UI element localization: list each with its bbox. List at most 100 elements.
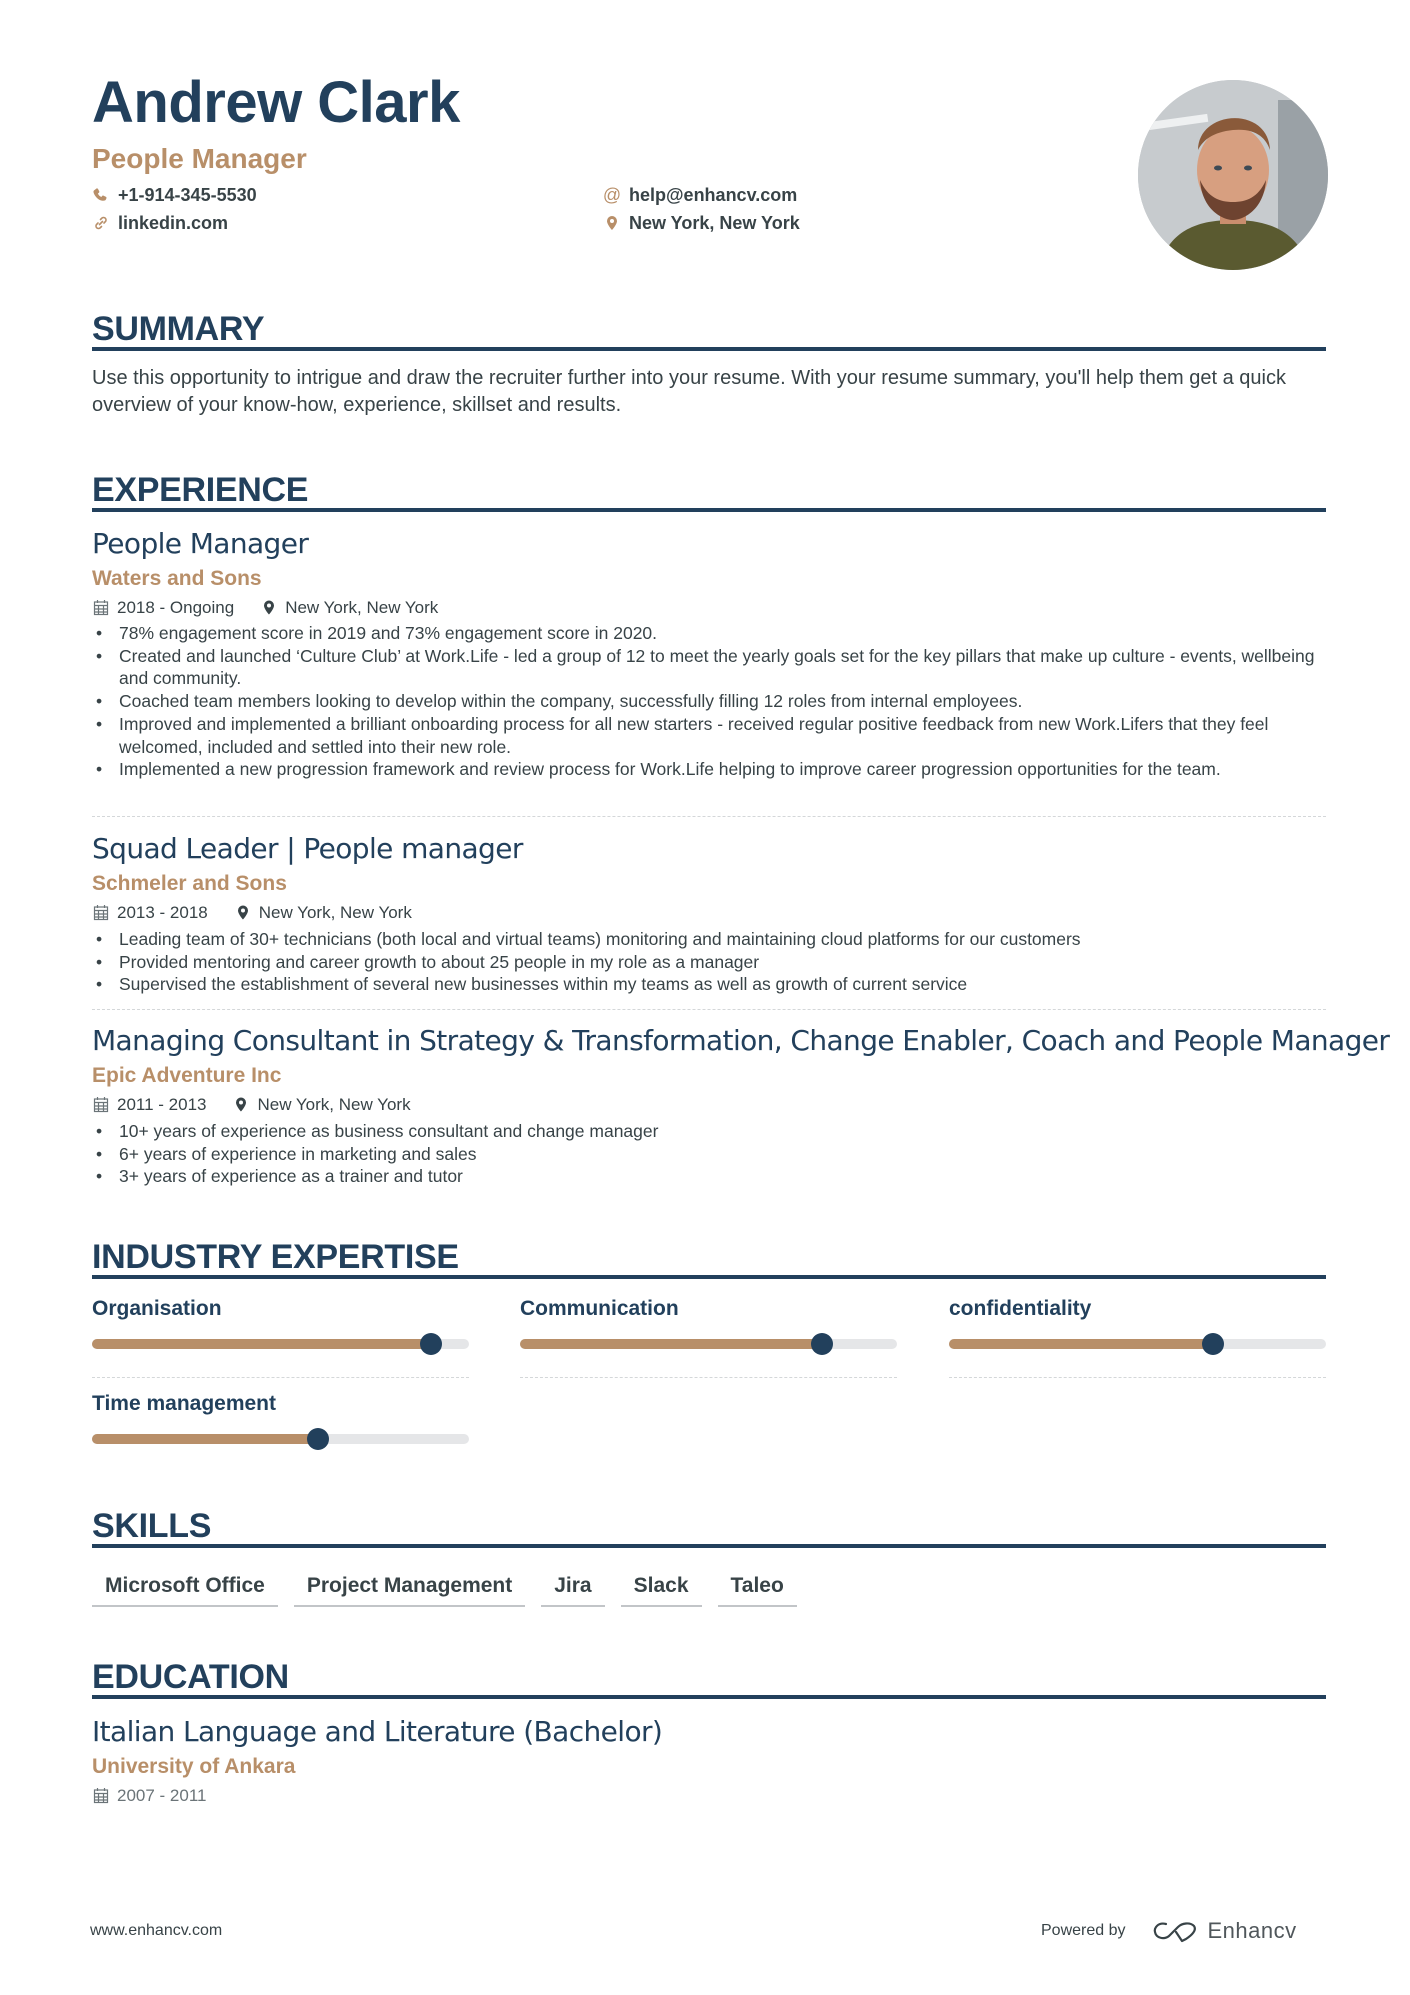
expertise-rule: [92, 1275, 1326, 1279]
job-dates: 2013 - 2018: [117, 902, 208, 922]
enhancv-logo-icon: [1152, 1919, 1200, 1943]
phone-icon: [92, 186, 110, 204]
expertise-divider: [949, 1377, 1326, 1378]
expertise-level-knob: [810, 1333, 833, 1355]
bullet-item: 6+ years of experience in marketing and …: [92, 1143, 1332, 1166]
bullet-item: Implemented a new progression framework …: [92, 758, 1332, 781]
person-avatar-icon: [1138, 80, 1328, 270]
email-address[interactable]: help@enhancv.com: [629, 186, 797, 204]
expertise-level-fill: [92, 1339, 432, 1349]
expertise-item: confidentiality: [949, 1298, 1326, 1378]
job-meta: 2018 - Ongoing New York, New York: [92, 598, 438, 616]
expertise-item: Communication: [520, 1298, 897, 1378]
expertise-item: Organisation: [92, 1298, 469, 1378]
company-name: Epic Adventure Inc: [92, 1064, 282, 1087]
expertise-label: Communication: [520, 1297, 679, 1320]
calendar-icon: [92, 1786, 110, 1804]
contact-phone: +1-914-345-5530: [92, 186, 257, 204]
job-bullets: Leading team of 30+ technicians (both lo…: [92, 928, 1332, 996]
expertise-level-bar: [92, 1428, 469, 1450]
skill-tag: Project Management: [293, 1575, 526, 1607]
job-location: New York, New York: [258, 902, 412, 922]
job-location: New York, New York: [257, 1094, 411, 1114]
expertise-label: Organisation: [92, 1297, 222, 1320]
footer-powered-by: Powered by Enhancv: [1041, 1918, 1297, 1944]
bullet-item: Provided mentoring and career growth to …: [92, 951, 1332, 974]
expertise-level-bar: [92, 1333, 469, 1355]
location-pin-icon: [232, 1095, 250, 1113]
skills-tag-list: Microsoft Office Project Management Jira…: [92, 1575, 797, 1607]
location-pin-icon: [603, 214, 621, 232]
job-divider: [92, 816, 1326, 817]
job-title: Managing Consultant in Strategy & Transf…: [92, 1024, 1390, 1057]
expertise-level-knob: [307, 1428, 330, 1450]
expertise-label: confidentiality: [949, 1297, 1092, 1320]
bullet-item: Leading team of 30+ technicians (both lo…: [92, 928, 1332, 951]
job-meta: 2011 - 2013 New York, New York: [92, 1095, 411, 1113]
bullet-item: 3+ years of experience as a trainer and …: [92, 1165, 1332, 1188]
location-text: New York, New York: [629, 213, 800, 233]
company-name: Waters and Sons: [92, 567, 262, 590]
experience-heading: EXPERIENCE: [92, 471, 309, 509]
skill-tag: Microsoft Office: [92, 1575, 278, 1607]
powered-by-label: Powered by: [1041, 1922, 1126, 1939]
job-dates: 2011 - 2013: [117, 1094, 207, 1114]
contact-email: @ help@enhancv.com: [603, 186, 797, 204]
link-icon: [92, 214, 110, 232]
school-name: University of Ankara: [92, 1755, 296, 1778]
candidate-title: People Manager: [92, 143, 307, 174]
job-location: New York, New York: [285, 597, 439, 617]
summary-text: Use this opportunity to intrigue and dra…: [92, 367, 1286, 416]
phone-number[interactable]: +1-914-345-5530: [118, 186, 257, 204]
education-dates: 2007 - 2011: [117, 1785, 207, 1805]
bullet-item: 10+ years of experience as business cons…: [92, 1120, 1332, 1143]
expertise-divider: [520, 1377, 897, 1378]
bullet-item: Supervised the establishment of several …: [92, 973, 1332, 996]
footer-website[interactable]: www.enhancv.com: [90, 1922, 222, 1940]
calendar-icon: [92, 1095, 110, 1113]
education-meta: 2007 - 2011: [92, 1786, 206, 1804]
expertise-heading: INDUSTRY EXPERTISE: [92, 1238, 459, 1276]
summary-rule: [92, 347, 1326, 351]
job-dates: 2018 - Ongoing: [117, 597, 235, 617]
linkedin-link[interactable]: linkedin.com: [118, 214, 228, 232]
experience-rule: [92, 508, 1326, 512]
degree-title: Italian Language and Literature (Bachelo…: [92, 1715, 663, 1748]
bullet-item: Created and launched ‘Culture Club’ at W…: [92, 645, 1332, 690]
expertise-level-knob: [1201, 1333, 1224, 1355]
location-pin-icon: [234, 903, 252, 921]
expertise-level-bar: [520, 1333, 897, 1355]
job-meta: 2013 - 2018 New York, New York: [92, 903, 412, 921]
skill-tag: Taleo: [717, 1575, 797, 1607]
expertise-level-fill: [949, 1339, 1213, 1349]
company-name: Schmeler and Sons: [92, 872, 287, 895]
summary-heading: SUMMARY: [92, 310, 265, 348]
job-bullets: 10+ years of experience as business cons…: [92, 1120, 1332, 1188]
at-icon: @: [602, 185, 622, 205]
job-title: People Manager: [92, 527, 309, 560]
expertise-level-fill: [92, 1434, 319, 1444]
expertise-level-knob: [420, 1333, 443, 1355]
job-divider: [92, 1009, 1326, 1010]
profile-photo: [1138, 80, 1328, 270]
skill-tag: Jira: [541, 1575, 605, 1607]
contact-linkedin: linkedin.com: [92, 214, 228, 232]
expertise-level-fill: [520, 1339, 822, 1349]
expertise-label: Time management: [92, 1392, 277, 1415]
location-pin-icon: [260, 598, 278, 616]
education-rule: [92, 1695, 1326, 1699]
job-title: Squad Leader | People manager: [92, 832, 523, 865]
calendar-icon: [92, 903, 110, 921]
skills-heading: SKILLS: [92, 1507, 212, 1545]
candidate-name: Andrew Clark: [92, 70, 460, 135]
bullet-item: Coached team members looking to develop …: [92, 690, 1332, 713]
job-bullets: 78% engagement score in 2019 and 73% eng…: [92, 622, 1332, 781]
expertise-divider: [92, 1377, 469, 1378]
expertise-level-bar: [949, 1333, 1326, 1355]
skills-rule: [92, 1544, 1326, 1548]
bullet-item: 78% engagement score in 2019 and 73% eng…: [92, 622, 1332, 645]
expertise-item: Time management: [92, 1392, 469, 1450]
enhancv-brand: Enhancv: [1207, 1918, 1297, 1943]
skill-tag: Slack: [620, 1575, 702, 1607]
bullet-item: Improved and implemented a brilliant onb…: [92, 713, 1332, 758]
